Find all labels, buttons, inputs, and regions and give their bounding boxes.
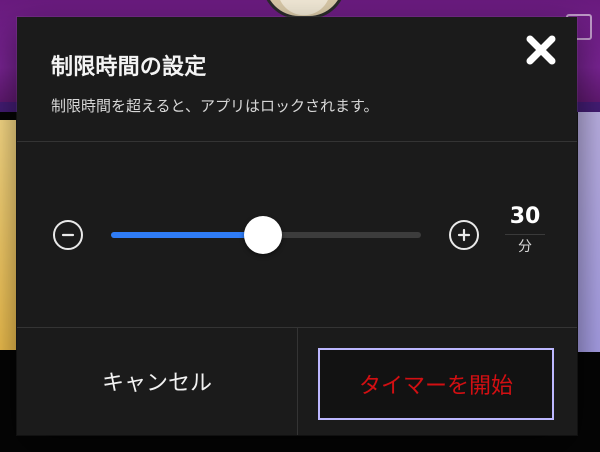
- cancel-button[interactable]: キャンセル: [17, 327, 297, 435]
- minus-circle-icon: [61, 233, 75, 237]
- background-right-card: [578, 112, 600, 352]
- close-icon: [526, 35, 556, 65]
- close-button[interactable]: [517, 26, 565, 74]
- slider-thumb[interactable]: [243, 216, 282, 254]
- start-timer-button[interactable]: タイマーを開始: [318, 348, 554, 420]
- timer-value: 30 分: [505, 206, 545, 254]
- timer-value-rule: [505, 234, 545, 235]
- time-slider[interactable]: [111, 216, 421, 254]
- slider-fill: [111, 232, 263, 238]
- divider-top: [17, 141, 577, 142]
- timer-value-number: 30: [509, 204, 541, 229]
- increase-button[interactable]: [449, 220, 479, 250]
- timer-value-unit: 分: [518, 239, 532, 255]
- decrease-button[interactable]: [53, 220, 83, 250]
- dialog-description: 制限時間を超えると、アプリはロックされます。: [51, 97, 379, 115]
- plus-circle-icon: [457, 228, 471, 242]
- time-limit-dialog: 制限時間の設定 制限時間を超えると、アプリはロックされます。 30 分 キャンセ…: [17, 17, 577, 435]
- divider-vertical: [297, 327, 298, 435]
- dialog-title: 制限時間の設定: [51, 55, 207, 80]
- timer-slider-row: 30 分: [17, 202, 577, 272]
